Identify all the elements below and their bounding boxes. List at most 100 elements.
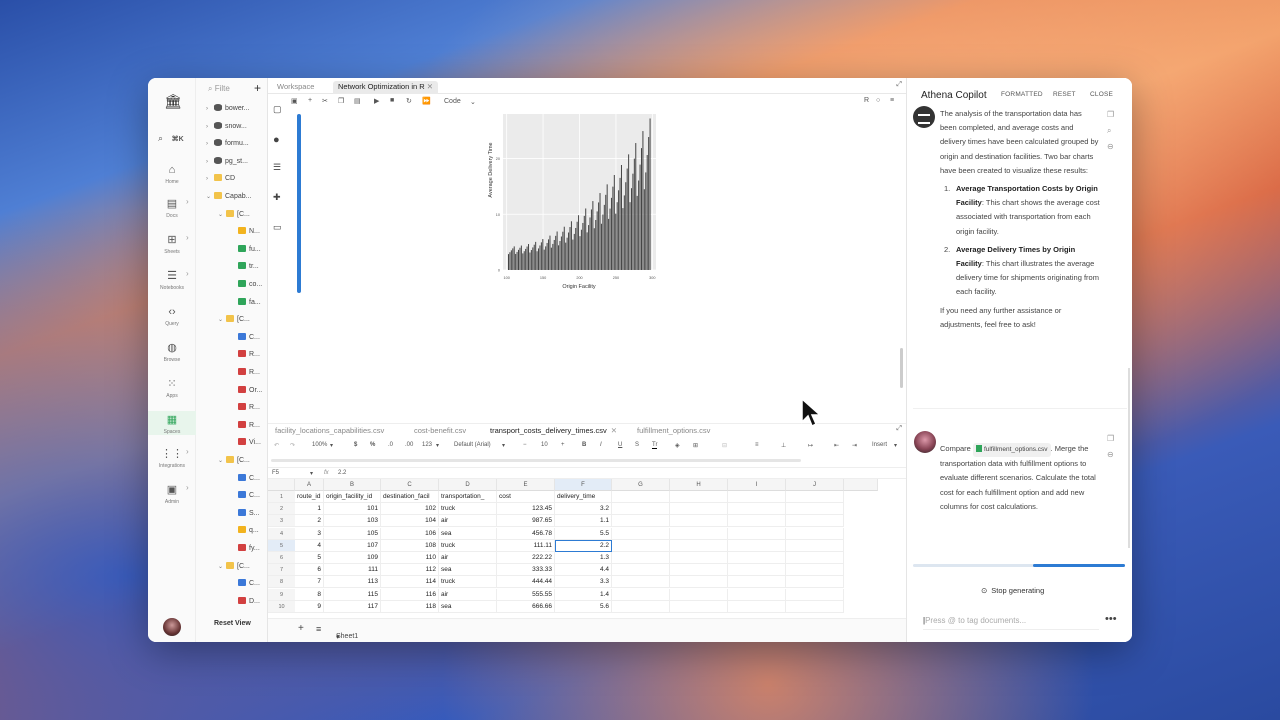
more-options-icon[interactable]: ••• (1105, 613, 1117, 625)
table-cell[interactable] (786, 564, 844, 577)
copy-icon[interactable]: ❐ (338, 97, 344, 105)
sheet-horizontal-scrollbar[interactable] (271, 459, 801, 462)
table-cell[interactable]: 115 (324, 588, 381, 601)
chevron-right-icon[interactable]: › (186, 233, 189, 242)
cell-reference[interactable]: F5 (272, 470, 279, 476)
tab-network-optimization[interactable]: Network Optimization in R ✕ (333, 81, 439, 94)
row-header[interactable]: 2 (268, 503, 295, 516)
table-cell[interactable] (786, 539, 844, 552)
save-icon[interactable]: ▣ (291, 97, 298, 105)
table-cell[interactable]: truck (439, 503, 497, 516)
chevron-down-icon[interactable]: ⌄ (206, 193, 214, 200)
header-cell[interactable] (670, 491, 728, 503)
tab-workspace[interactable]: Workspace (272, 81, 319, 94)
table-cell[interactable]: 2.2 (555, 539, 612, 552)
row-header[interactable]: 10 (268, 600, 295, 613)
table-cell[interactable]: 112 (381, 564, 439, 577)
text-color-icon[interactable]: Tr (652, 442, 658, 449)
header-cell[interactable]: origin_facility_id (324, 491, 381, 503)
rail-item-integrations[interactable]: ⋮⋮ Integrations › (148, 445, 196, 469)
column-header[interactable]: G (612, 479, 670, 491)
file-tab-facility-locations[interactable]: facility_locations_capabilities.csv (275, 426, 384, 435)
table-cell[interactable] (612, 564, 670, 577)
run-icon[interactable]: ▶ (374, 97, 379, 105)
table-cell[interactable]: 123.45 (497, 503, 555, 516)
table-cell[interactable] (670, 564, 728, 577)
header-cell[interactable]: cost (497, 491, 555, 503)
table-cell[interactable]: 555.55 (497, 588, 555, 601)
font-increase-icon[interactable]: + (561, 442, 565, 448)
chevron-right-icon[interactable]: › (206, 176, 214, 182)
table-cell[interactable]: 118 (381, 600, 439, 613)
user-avatar[interactable] (163, 618, 181, 636)
table-cell[interactable] (612, 515, 670, 528)
close-icon[interactable]: ✕ (427, 82, 433, 91)
minus-circle-icon[interactable]: ⊖ (1107, 142, 1114, 151)
minus-circle-icon[interactable]: ⊖ (1107, 450, 1114, 459)
table-cell[interactable]: 114 (381, 576, 439, 589)
header-cell[interactable] (728, 491, 786, 503)
panel-icon[interactable]: ▢ (273, 104, 282, 115)
table-cell[interactable]: 103 (324, 515, 381, 528)
chevron-right-icon[interactable]: › (206, 159, 214, 165)
chevron-right-icon[interactable]: › (186, 483, 189, 492)
table-cell[interactable]: air (439, 515, 497, 528)
notebook-scrollbar[interactable] (900, 348, 903, 388)
rail-item-admin[interactable]: ▣ Admin › (148, 481, 196, 505)
formula-input[interactable]: 2.2 (338, 470, 346, 476)
fast-forward-icon[interactable]: ⏩ (422, 97, 431, 105)
font-select[interactable]: Default (Arial) (454, 442, 491, 448)
table-cell[interactable]: 104 (381, 515, 439, 528)
table-cell[interactable]: 101 (324, 503, 381, 516)
table-cell[interactable] (728, 576, 786, 589)
rail-item-spaces[interactable]: ▦ Spaces (148, 411, 196, 435)
header-cell[interactable]: delivery_time (555, 491, 612, 503)
bold-icon[interactable]: B (582, 442, 586, 448)
copilot-scrollbar[interactable] (1128, 368, 1130, 548)
table-cell[interactable]: 107 (324, 539, 381, 552)
font-size-input[interactable]: 10 (541, 442, 548, 448)
file-chip[interactable]: fulfillment_options.csv (972, 443, 1051, 458)
add-icon[interactable]: + (254, 81, 261, 95)
rail-item-apps[interactable]: ⁙ Apps (148, 375, 196, 399)
table-cell[interactable]: 4 (295, 539, 324, 552)
table-cell[interactable]: 8 (295, 588, 324, 601)
table-cell[interactable] (612, 552, 670, 564)
table-cell[interactable]: 3.3 (555, 576, 612, 589)
row-header[interactable]: 4 (268, 527, 295, 540)
header-cell[interactable] (786, 491, 844, 503)
table-cell[interactable] (786, 503, 844, 516)
rail-item-sheets[interactable]: ⊞ Sheets › (148, 231, 196, 255)
table-cell[interactable]: 108 (381, 539, 439, 552)
chevron-down-icon[interactable]: ⌄ (218, 211, 226, 218)
table-cell[interactable]: sea (439, 564, 497, 577)
paste-icon[interactable]: ▤ (354, 97, 361, 105)
table-cell[interactable] (612, 539, 670, 552)
font-decrease-icon[interactable]: − (523, 442, 527, 448)
table-cell[interactable]: air (439, 552, 497, 564)
rail-item-notebooks[interactable]: ☰ Notebooks › (148, 267, 196, 291)
decrease-decimal-icon[interactable]: .0 (388, 442, 393, 448)
table-cell[interactable]: 110 (381, 552, 439, 564)
reset-view-button[interactable]: Reset View (214, 620, 251, 627)
stop-icon[interactable]: ■ (390, 97, 394, 104)
table-cell[interactable] (728, 552, 786, 564)
grid-corner[interactable] (268, 479, 295, 491)
restart-icon[interactable]: ↻ (406, 97, 412, 105)
row-header[interactable]: 1 (268, 491, 295, 503)
table-cell[interactable]: 333.33 (497, 564, 555, 577)
table-cell[interactable] (670, 552, 728, 564)
wrap-text-icon[interactable]: ↦ (808, 442, 813, 449)
row-header[interactable]: 6 (268, 552, 295, 564)
row-header[interactable]: 7 (268, 564, 295, 577)
table-cell[interactable] (728, 527, 786, 540)
column-header[interactable]: H (670, 479, 728, 491)
puzzle-icon[interactable]: ✚ (273, 192, 281, 203)
tree-item[interactable]: › CD (206, 174, 266, 186)
row-header[interactable]: 9 (268, 588, 295, 601)
file-tab-cost-benefit[interactable]: cost-benefit.csv (414, 426, 466, 435)
table-cell[interactable] (728, 539, 786, 552)
currency-button[interactable]: $ (354, 442, 357, 448)
strikethrough-icon[interactable]: S (635, 442, 639, 448)
copy-icon[interactable]: ❐ (1107, 110, 1114, 119)
